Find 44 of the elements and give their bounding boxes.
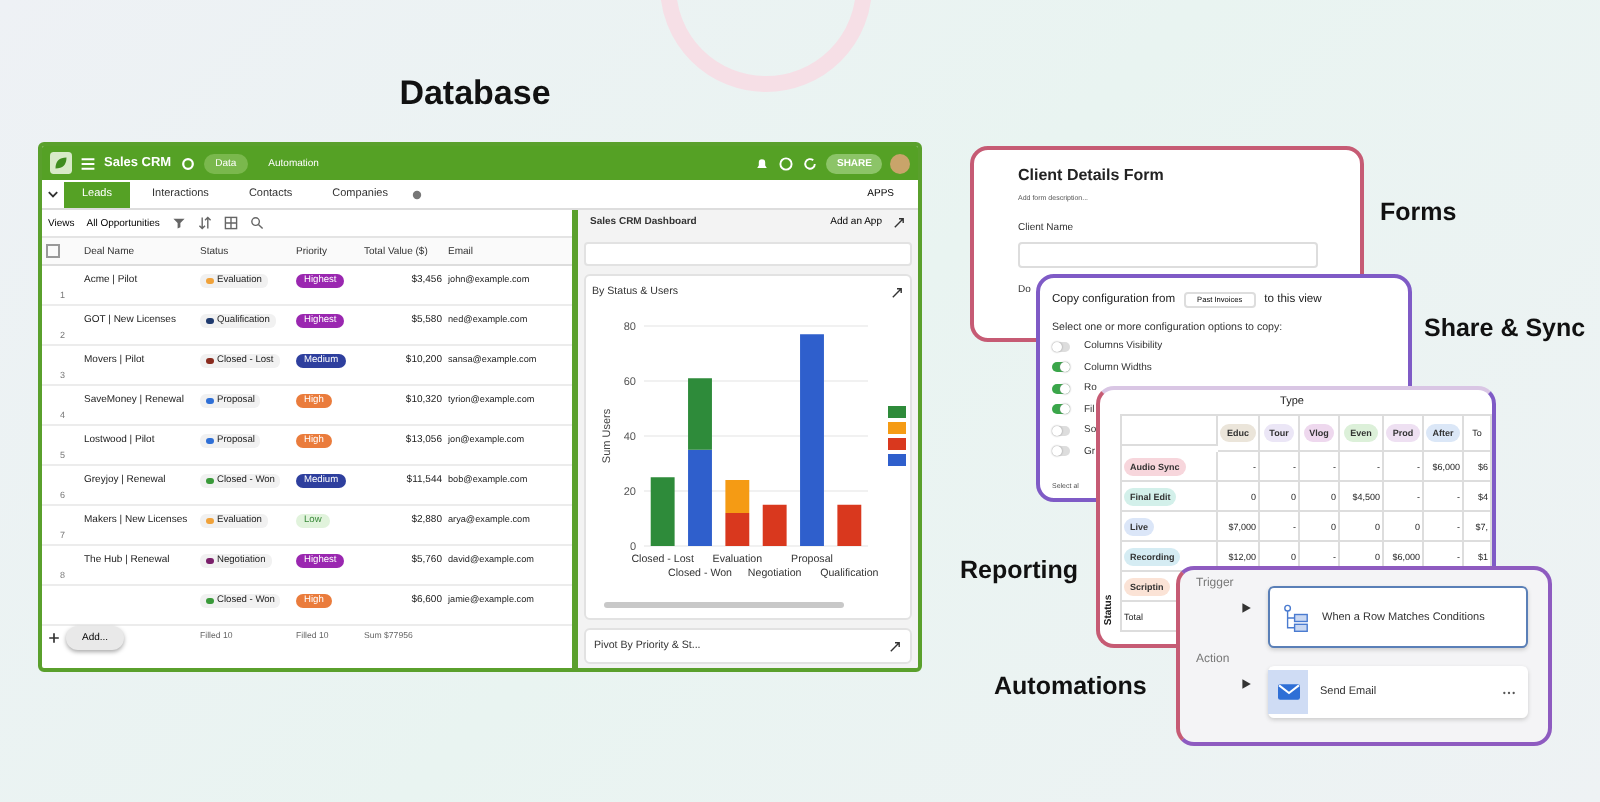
feature-heading: Forms bbox=[1380, 198, 1457, 226]
input-field[interactable] bbox=[1018, 242, 1318, 268]
bar bbox=[837, 504, 862, 546]
play-icon[interactable] bbox=[1240, 678, 1252, 690]
section-heading: Database bbox=[397, 74, 553, 114]
toggle-switch[interactable] bbox=[1052, 362, 1070, 373]
form-title: Client Details Form bbox=[1018, 166, 1166, 184]
flow-icon bbox=[1282, 603, 1310, 631]
feature-heading: Automations bbox=[994, 672, 1147, 700]
grid-icon[interactable] bbox=[223, 216, 238, 230]
logo-icon bbox=[50, 152, 72, 174]
expand-icon[interactable] bbox=[888, 639, 902, 653]
filter-icon[interactable] bbox=[171, 216, 186, 230]
bar bbox=[688, 378, 712, 450]
chevron-icon[interactable] bbox=[46, 187, 60, 201]
bar bbox=[650, 477, 675, 546]
expand-icon[interactable] bbox=[892, 215, 906, 229]
legend-swatch bbox=[888, 406, 906, 418]
legend-swatch bbox=[888, 454, 906, 466]
feature-heading: Reporting bbox=[960, 556, 1079, 584]
sort-icon[interactable] bbox=[197, 216, 212, 230]
refresh-icon[interactable] bbox=[802, 155, 819, 171]
expand-icon[interactable] bbox=[890, 285, 904, 299]
toggle-switch[interactable] bbox=[1052, 446, 1070, 457]
bar bbox=[762, 504, 787, 546]
feature-heading: Share & Sync bbox=[1424, 314, 1586, 342]
toggle-switch[interactable] bbox=[1052, 404, 1070, 415]
toggle-switch[interactable] bbox=[1052, 425, 1070, 436]
bell-icon[interactable] bbox=[754, 155, 771, 171]
legend-swatch bbox=[888, 438, 906, 450]
bar bbox=[725, 480, 750, 513]
menu-icon[interactable] bbox=[80, 155, 96, 171]
bar bbox=[688, 449, 712, 546]
more-icon[interactable] bbox=[1502, 689, 1516, 695]
plus-icon[interactable] bbox=[48, 632, 60, 644]
legend-swatch bbox=[888, 422, 906, 434]
search-icon[interactable] bbox=[249, 216, 264, 230]
select-all-checkbox[interactable] bbox=[46, 244, 60, 258]
email-icon bbox=[1268, 670, 1308, 714]
scrollbar[interactable] bbox=[604, 602, 844, 608]
toggle-switch[interactable] bbox=[1052, 383, 1070, 394]
play-icon[interactable] bbox=[1240, 602, 1252, 614]
bar bbox=[725, 513, 750, 546]
toggle-switch[interactable] bbox=[1052, 341, 1070, 352]
